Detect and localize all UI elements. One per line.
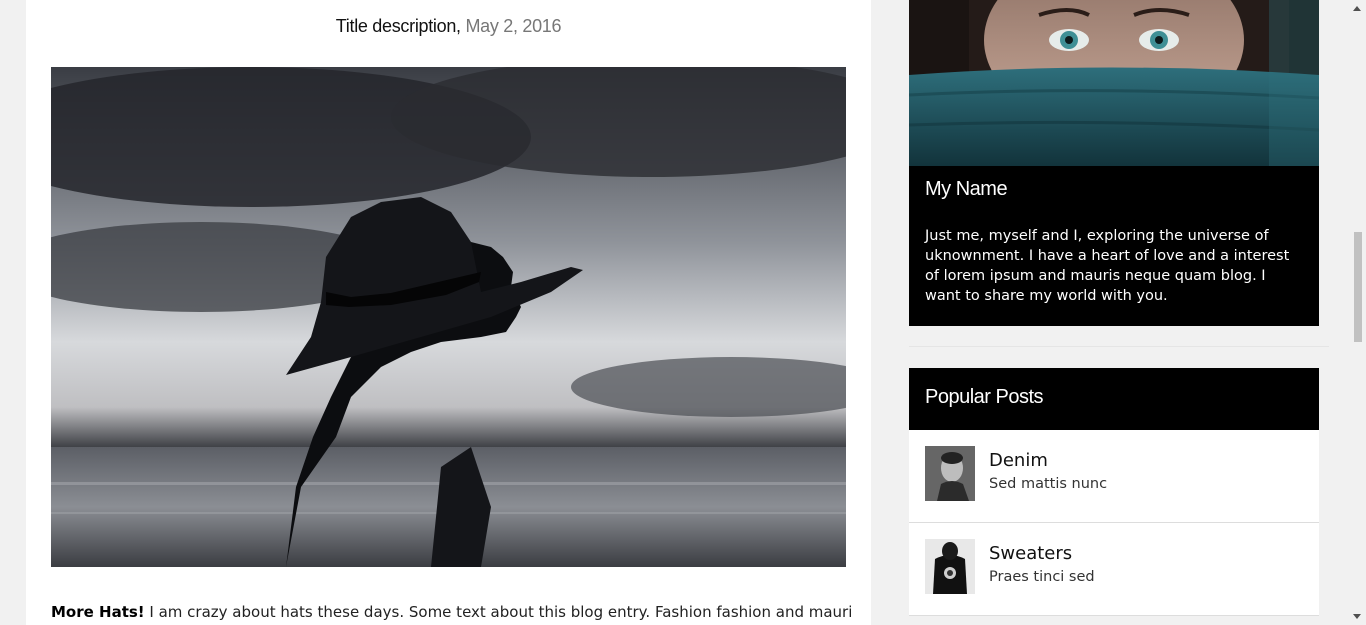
popular-post-item[interactable]: Sweaters Praes tinci sed (909, 523, 1319, 616)
post-hero-image (51, 67, 846, 567)
scroll-up-icon[interactable] (1353, 6, 1361, 11)
profile-card: My Name Just me, myself and I, exploring… (909, 166, 1319, 326)
blog-post-card: Title description, May 2, 2016 More Hats… (26, 0, 871, 625)
popular-post-name: Sweaters (989, 543, 1073, 564)
post-body-text: I am crazy about hats these days. Some t… (144, 603, 851, 621)
scroll-down-icon[interactable] (1353, 614, 1361, 619)
post-thumbnail (925, 539, 975, 594)
popular-post-subtitle: Sed mattis nunc (989, 476, 1108, 492)
popular-posts-title: Popular Posts (925, 386, 1044, 408)
section-divider (909, 346, 1329, 347)
post-body: More Hats! I am crazy about hats these d… (51, 600, 851, 624)
post-title: Title description, May 2, 2016 (26, 16, 871, 37)
profile-name: My Name (925, 178, 1008, 200)
profile-bio: Just me, myself and I, exploring the uni… (925, 228, 1290, 304)
popular-posts-list: Denim Sed mattis nunc Sweaters Praes tin… (909, 430, 1319, 616)
post-title-text: Title description, (335, 16, 461, 36)
popular-posts-header: Popular Posts (909, 368, 1319, 430)
post-date: May 2, 2016 (465, 16, 562, 36)
post-thumbnail (925, 446, 975, 501)
scrollbar-thumb[interactable] (1354, 232, 1362, 342)
popular-post-name: Denim (989, 450, 1048, 471)
page-scrollbar[interactable] (1349, 0, 1366, 625)
popular-post-subtitle: Praes tinci sed (989, 569, 1095, 585)
profile-image (908, 0, 1320, 166)
popular-post-item[interactable]: Denim Sed mattis nunc (909, 430, 1319, 523)
post-body-lead: More Hats! (51, 603, 145, 621)
